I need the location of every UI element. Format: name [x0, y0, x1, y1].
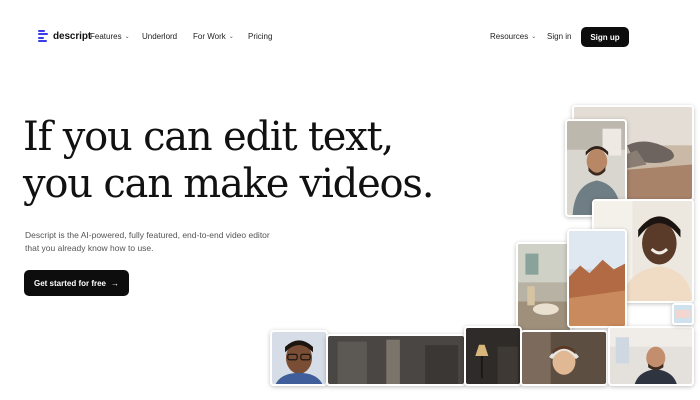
descript-logo[interactable]: descript	[38, 30, 91, 42]
nav-for-work[interactable]: For Work ⌄	[193, 32, 234, 41]
arrow-right-icon: →	[111, 278, 120, 288]
logo-text: descript	[53, 30, 92, 42]
nav-pricing[interactable]: Pricing	[248, 32, 272, 41]
nav-features-label: Features	[90, 32, 122, 41]
get-started-label: Get started for free	[33, 278, 107, 288]
video-thumbnail-lamp-room	[464, 326, 522, 386]
headline-line-1: If you can edit text,	[23, 114, 394, 160]
video-thumbnail-man-glasses	[270, 330, 328, 386]
chevron-down-icon: ⌄	[531, 34, 537, 40]
subtext-line-1: Descript is the AI-powered, fully featur…	[25, 230, 270, 240]
nav-resources-label: Resources	[490, 32, 529, 41]
nav-for-work-label: For Work	[193, 32, 226, 41]
top-navigation: descript Features ⌄ Underlord For Work ⌄…	[0, 0, 700, 74]
chevron-down-icon: ⌄	[124, 34, 130, 40]
video-thumbnail-woman-headphones	[520, 330, 608, 386]
nav-features[interactable]: Features ⌄	[90, 32, 130, 41]
hero-subtext: Descript is the AI-powered, fully featur…	[25, 229, 325, 254]
nav-resources[interactable]: Resources ⌄	[490, 32, 536, 41]
video-thumbnail-man-office	[608, 326, 694, 386]
nav-underlord[interactable]: Underlord	[142, 32, 177, 41]
subtext-line-2: that you already know how to use.	[25, 242, 154, 253]
chevron-down-icon: ⌄	[228, 34, 234, 40]
video-thumbnail-kitchen	[516, 242, 572, 338]
headline-line-2: you can make videos.	[23, 161, 434, 207]
descript-logo-icon	[38, 30, 48, 42]
video-thumbnail-dark-room	[326, 334, 466, 386]
sign-up-button[interactable]: Sign up	[581, 27, 629, 47]
nav-underlord-label: Underlord	[142, 32, 178, 41]
hero-headline: If you can edit text, you can make video…	[23, 114, 434, 208]
sign-in-label: Sign in	[547, 32, 572, 41]
video-thumbnail-desert-rocks	[567, 229, 627, 328]
nav-pricing-label: Pricing	[248, 32, 273, 41]
video-thumbnail-accent	[672, 303, 694, 325]
get-started-button[interactable]: Get started for free →	[24, 270, 129, 296]
sign-in-link[interactable]: Sign in	[547, 32, 571, 41]
